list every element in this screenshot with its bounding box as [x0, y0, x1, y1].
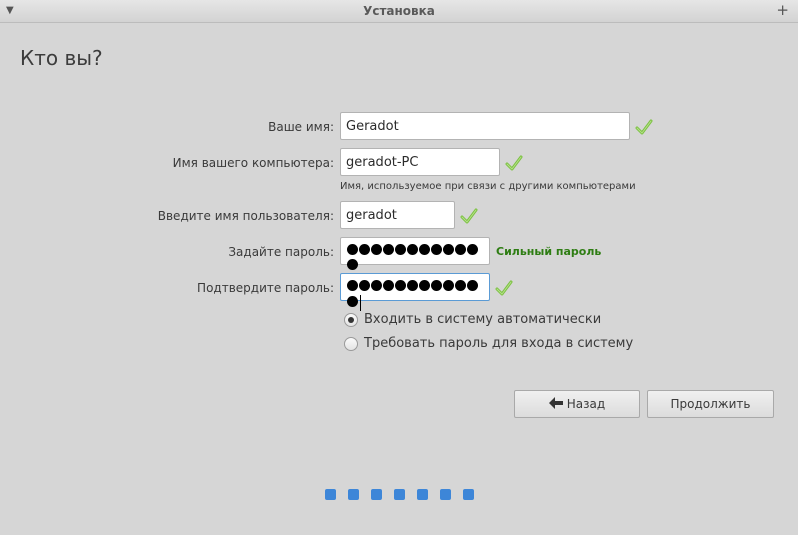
checkmark-icon — [495, 280, 513, 296]
require-password-label: Требовать пароль для входа в систему — [364, 336, 634, 351]
back-button-label: Назад — [566, 397, 606, 411]
window-titlebar: ▼ Установка + — [0, 0, 798, 23]
confirm-password-field[interactable] — [340, 273, 490, 311]
username-field[interactable] — [340, 201, 455, 229]
checkmark-icon — [505, 155, 523, 171]
checkmark-icon — [635, 119, 653, 135]
text-cursor — [360, 295, 361, 311]
computer-name-label: Имя вашего компьютера: — [172, 156, 334, 170]
progress-step-1 — [325, 489, 336, 500]
password-strength-label: Сильный пароль — [496, 245, 602, 258]
progress-step-2 — [348, 489, 359, 500]
computer-name-field[interactable] — [340, 148, 500, 176]
password-field[interactable] — [340, 237, 490, 270]
require-password-radio[interactable] — [344, 337, 358, 351]
continue-button[interactable]: Продолжить — [647, 390, 774, 418]
name-field[interactable] — [340, 112, 630, 140]
name-label: Ваше имя: — [268, 120, 334, 134]
progress-step-6 — [440, 489, 451, 500]
maximize-icon[interactable]: + — [776, 1, 789, 19]
auto-login-label: Входить в систему автоматически — [364, 312, 602, 327]
continue-button-label: Продолжить — [670, 397, 751, 411]
progress-step-5 — [417, 489, 428, 500]
confirm-password-label: Подтвердите пароль: — [197, 281, 334, 295]
computer-name-hint: Имя, используемое при связи с другими ко… — [340, 181, 636, 192]
password-label: Задайте пароль: — [228, 245, 334, 259]
progress-step-4 — [394, 489, 405, 500]
confirm-password-mask — [347, 280, 489, 311]
checkmark-icon — [460, 208, 478, 224]
page-title: Кто вы? — [20, 46, 103, 70]
progress-step-3 — [371, 489, 382, 500]
auto-login-radio[interactable] — [344, 313, 358, 327]
progress-step-7 — [463, 489, 474, 500]
password-mask — [347, 244, 489, 274]
arrow-left-icon — [548, 391, 563, 417]
username-label: Введите имя пользователя: — [157, 209, 334, 223]
back-button[interactable]: Назад — [514, 390, 640, 418]
step-progress-indicator — [325, 485, 486, 504]
window-title: Установка — [363, 4, 435, 18]
